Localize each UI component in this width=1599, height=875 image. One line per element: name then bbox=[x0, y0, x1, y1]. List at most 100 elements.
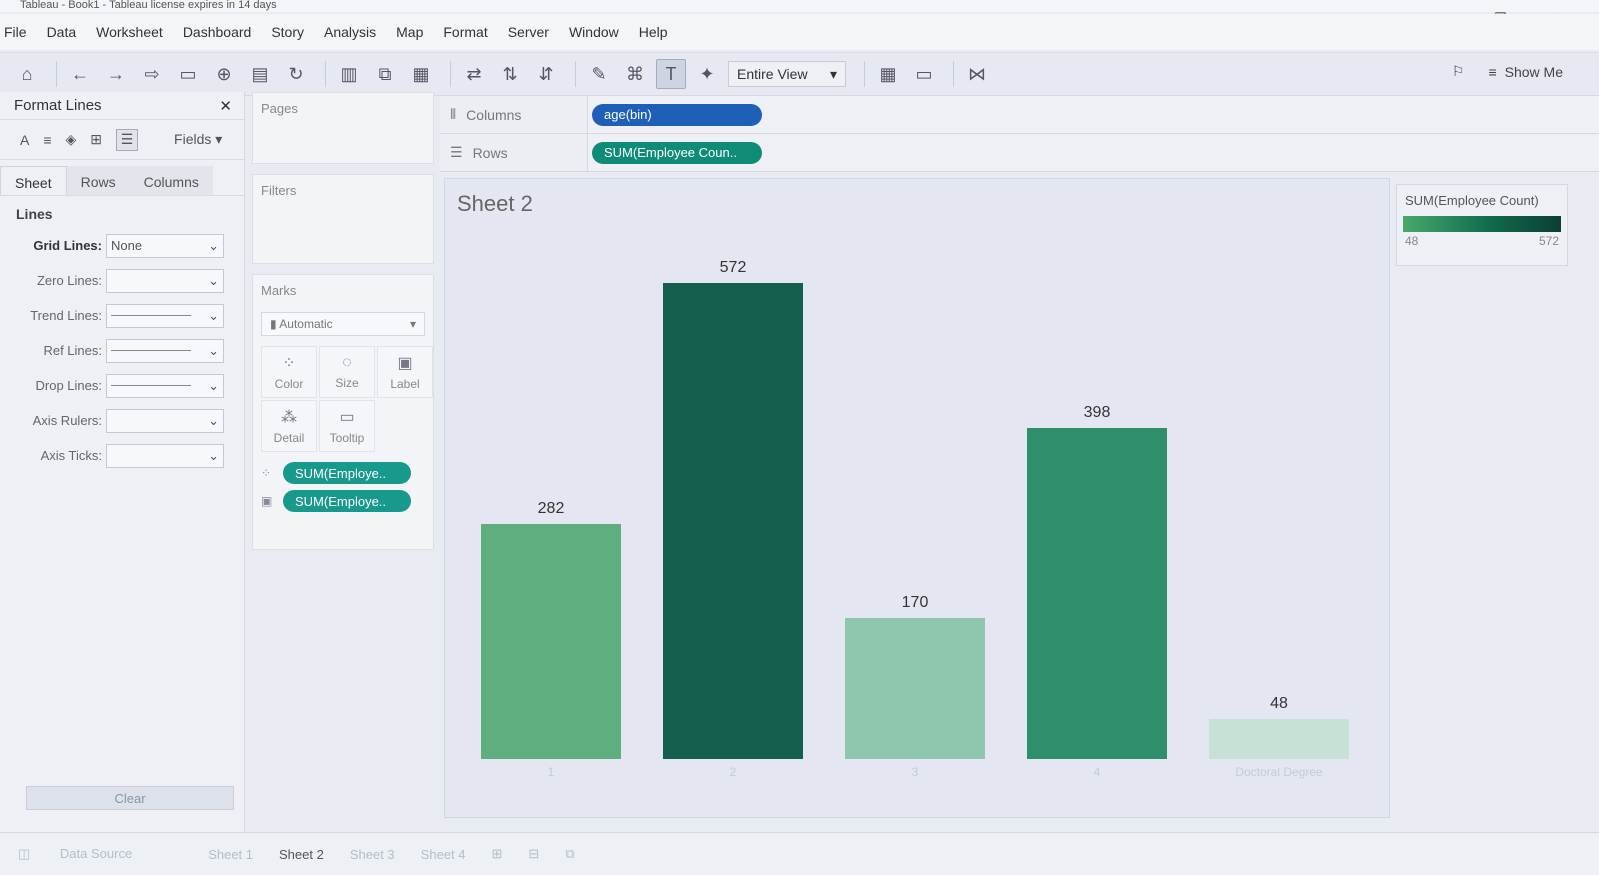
pin-axes-icon[interactable]: ✦ bbox=[692, 59, 722, 89]
view-fit-select[interactable]: Entire View ▾ bbox=[728, 61, 846, 87]
tab-data-source[interactable]: ◫ Data Source bbox=[18, 846, 158, 862]
grid-lines-select[interactable]: None ⌄ bbox=[106, 233, 224, 258]
fields-dropdown[interactable]: Fields ▾ bbox=[174, 131, 222, 148]
show-mark-labels-icon[interactable]: T bbox=[656, 59, 686, 89]
bar-mark[interactable] bbox=[663, 283, 803, 759]
trend-lines-row: Trend Lines: ⌄ bbox=[0, 298, 244, 333]
detail-label: Detail bbox=[273, 431, 305, 445]
format-panel-header: Format Lines ✕ bbox=[0, 92, 244, 120]
menu-dashboard[interactable]: Dashboard bbox=[183, 24, 252, 40]
new-datasource-icon[interactable]: ⊕ bbox=[209, 59, 239, 89]
menu-file[interactable]: File bbox=[4, 24, 27, 40]
ref-lines-select[interactable]: ⌄ bbox=[106, 338, 224, 363]
axis-ticks-row: Axis Ticks: ⌄ bbox=[0, 438, 244, 473]
show-cards-icon[interactable]: ▦ bbox=[873, 59, 903, 89]
new-worksheet-icon[interactable]: ▥ bbox=[334, 59, 364, 89]
pause-updates-icon[interactable]: ▤ bbox=[245, 59, 275, 89]
tab-sheet-2[interactable]: Sheet 2 bbox=[279, 847, 324, 862]
columns-field-pill[interactable]: age(bin) bbox=[592, 103, 762, 126]
refresh-icon[interactable]: ↻ bbox=[281, 59, 311, 89]
sort-descending-icon[interactable]: ⇵ bbox=[531, 59, 561, 89]
swap-icon[interactable]: ⇄ bbox=[459, 59, 489, 89]
menu-format[interactable]: Format bbox=[443, 24, 487, 40]
bar-mark[interactable] bbox=[481, 524, 621, 759]
rows-drop-area[interactable]: SUM(Employee Coun.. bbox=[588, 134, 1599, 171]
label-button[interactable]: ▣ Label bbox=[377, 346, 433, 398]
replace-data-icon[interactable]: ⇨ bbox=[137, 59, 167, 89]
axis-ticks-select[interactable]: ⌄ bbox=[106, 443, 224, 468]
tab-sheet-1[interactable]: Sheet 1 bbox=[208, 847, 253, 862]
filters-card[interactable]: Filters bbox=[252, 174, 434, 264]
line-style-sample bbox=[111, 350, 191, 351]
toolbar-divider bbox=[56, 61, 57, 87]
zero-lines-select[interactable]: ⌄ bbox=[106, 268, 224, 293]
save-icon[interactable]: ▭ bbox=[173, 59, 203, 89]
color-field-pill[interactable]: SUM(Employe.. bbox=[283, 462, 411, 484]
axis-rulers-select[interactable]: ⌄ bbox=[106, 408, 224, 433]
drop-lines-select[interactable]: ⌄ bbox=[106, 373, 224, 398]
share-icon[interactable]: ⋈ bbox=[962, 59, 992, 89]
size-label: Size bbox=[335, 376, 359, 390]
zero-lines-label: Zero Lines: bbox=[36, 273, 102, 288]
detail-button[interactable]: ⁂ Detail bbox=[261, 400, 317, 452]
clear-sheet-icon[interactable]: ▦ bbox=[406, 59, 436, 89]
view-fit-value: Entire View bbox=[737, 66, 808, 82]
menu-data[interactable]: Data bbox=[47, 24, 77, 40]
clear-button[interactable]: Clear bbox=[26, 786, 234, 810]
shading-icon[interactable]: ◈ bbox=[66, 131, 77, 148]
new-story-icon[interactable]: ⧉ bbox=[565, 846, 574, 862]
show-me-icon: ≡ bbox=[1488, 63, 1497, 80]
viz-canvas[interactable]: Sheet 2 282 572 170 398 48 1 2 3 4 Doctoral Degr… bbox=[444, 178, 1390, 818]
menu-server[interactable]: Server bbox=[508, 24, 549, 40]
tab-sheet-3[interactable]: Sheet 3 bbox=[350, 847, 395, 862]
borders-icon[interactable]: ⊞ bbox=[90, 131, 102, 148]
bar-mark[interactable] bbox=[1209, 719, 1349, 759]
home-icon[interactable]: ⌂ bbox=[12, 59, 42, 89]
label-label: Label bbox=[390, 377, 420, 391]
color-label: Color bbox=[274, 377, 304, 391]
close-icon[interactable]: ✕ bbox=[219, 97, 232, 115]
category-label: 2 bbox=[729, 765, 737, 779]
label-icon: ▣ bbox=[397, 355, 413, 372]
color-legend[interactable]: SUM(Employee Count) 48 572 bbox=[1396, 184, 1568, 266]
tooltip-button[interactable]: ▭ Tooltip bbox=[319, 400, 375, 452]
menu-help[interactable]: Help bbox=[639, 24, 668, 40]
toolbar-divider bbox=[953, 61, 954, 87]
sort-ascending-icon[interactable]: ⇅ bbox=[495, 59, 525, 89]
tab-sheet[interactable]: Sheet bbox=[0, 166, 67, 195]
redo-icon[interactable]: → bbox=[101, 59, 131, 89]
tab-columns[interactable]: Columns bbox=[129, 166, 213, 195]
size-button[interactable]: ◌ Size bbox=[319, 346, 375, 398]
menu-worksheet[interactable]: Worksheet bbox=[96, 24, 163, 40]
tab-sheet-4[interactable]: Sheet 4 bbox=[421, 847, 466, 862]
bar-mark[interactable] bbox=[1027, 428, 1167, 759]
menu-window[interactable]: Window bbox=[569, 24, 619, 40]
format-painter-icon[interactable]: ⚐ bbox=[1452, 63, 1465, 80]
highlight-icon[interactable]: ✎ bbox=[584, 59, 614, 89]
presentation-icon[interactable]: ▭ bbox=[909, 59, 939, 89]
mark-type-select[interactable]: ▮ Automatic ▾ bbox=[261, 312, 425, 336]
tab-rows[interactable]: Rows bbox=[66, 166, 130, 195]
group-icon[interactable]: ⌘ bbox=[620, 59, 650, 89]
new-worksheet-icon[interactable]: ⊞ bbox=[492, 846, 503, 862]
lines-icon[interactable]: ☰ bbox=[116, 128, 139, 151]
rows-field-pill[interactable]: SUM(Employee Coun.. bbox=[592, 141, 762, 164]
font-icon[interactable]: A bbox=[20, 132, 29, 148]
label-field-pill[interactable]: SUM(Employe.. bbox=[283, 490, 411, 512]
menu-map[interactable]: Map bbox=[396, 24, 423, 40]
alignment-icon[interactable]: ≡ bbox=[43, 132, 51, 148]
color-button[interactable]: ⁘ Color bbox=[261, 346, 317, 398]
new-dashboard-icon[interactable]: ⊟ bbox=[528, 846, 539, 862]
menu-analysis[interactable]: Analysis bbox=[324, 24, 376, 40]
menu-story[interactable]: Story bbox=[271, 24, 304, 40]
chevron-down-icon: ▾ bbox=[409, 317, 416, 331]
columns-drop-area[interactable]: age(bin) bbox=[588, 96, 1599, 133]
undo-icon[interactable]: ← bbox=[65, 59, 95, 89]
trend-lines-select[interactable]: ⌄ bbox=[106, 303, 224, 328]
bar-mark[interactable] bbox=[845, 618, 985, 759]
pages-card[interactable]: Pages bbox=[252, 92, 434, 164]
show-me-button[interactable]: ⚐ ≡ Show Me bbox=[1452, 63, 1563, 80]
duplicate-sheet-icon[interactable]: ⧉ bbox=[370, 59, 400, 89]
color-icon: ⁘ bbox=[261, 466, 272, 480]
toolbar-divider bbox=[864, 61, 865, 87]
